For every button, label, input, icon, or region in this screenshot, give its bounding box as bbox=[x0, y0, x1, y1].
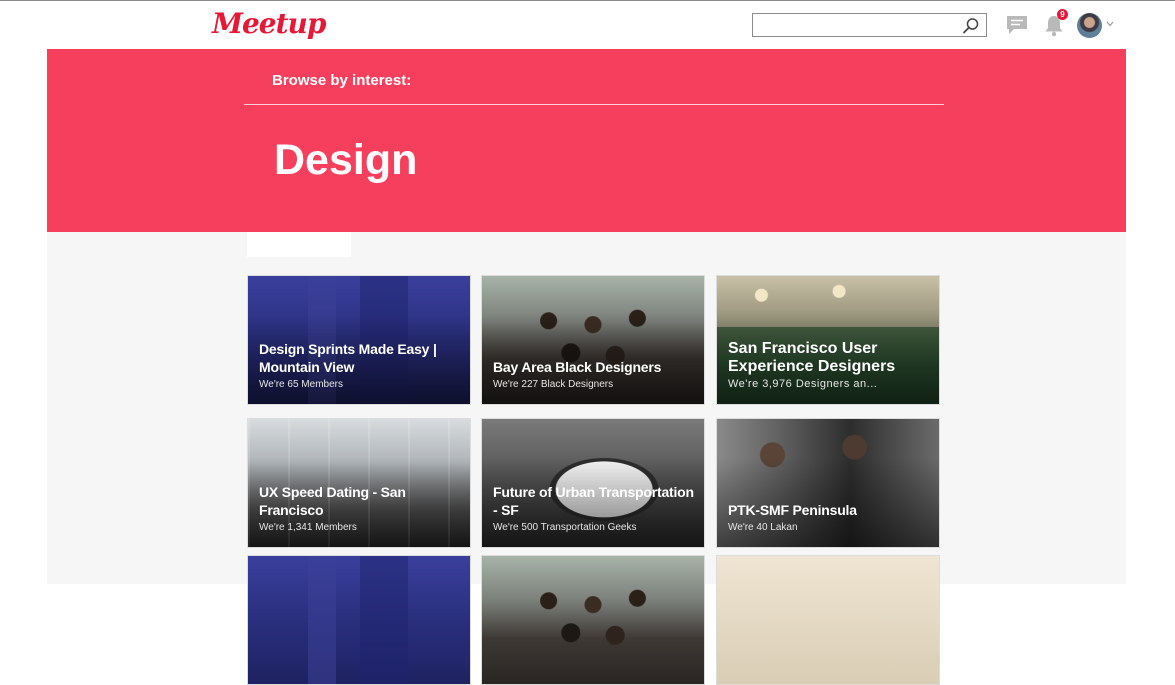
group-card-title: Bay Area Black Designers bbox=[493, 359, 662, 375]
group-card-title: Design Sprints Made Easy | Mountain View bbox=[259, 341, 437, 375]
chevron-down-icon[interactable] bbox=[1106, 21, 1114, 27]
group-card-title: PTK-SMF Peninsula bbox=[728, 502, 857, 518]
group-card[interactable]: Design Sprints Made Easy | Mountain View… bbox=[247, 275, 471, 405]
group-card[interactable] bbox=[481, 555, 705, 685]
group-card[interactable]: UX Speed Dating - San Francisco We're 1,… bbox=[247, 418, 471, 548]
group-card[interactable] bbox=[247, 555, 471, 685]
group-card-members: We're 1,341 Members bbox=[259, 522, 357, 533]
group-card[interactable] bbox=[716, 555, 940, 685]
group-card-members: We're 227 Black Designers bbox=[493, 379, 614, 390]
group-card-title: UX Speed Dating - San Francisco bbox=[259, 484, 406, 518]
chat-icon[interactable] bbox=[1005, 14, 1029, 36]
group-card[interactable]: San Francisco User Experience Designers … bbox=[716, 275, 940, 405]
group-card-members: We're 500 Transportation Geeks bbox=[493, 522, 637, 533]
avatar[interactable] bbox=[1077, 13, 1102, 38]
hero-banner: Browse by interest: Design bbox=[47, 49, 1126, 232]
group-card-title: Future of Urban Transportation - SF bbox=[493, 484, 694, 518]
browse-by-interest-label: Browse by interest: bbox=[272, 72, 412, 89]
search-input[interactable] bbox=[753, 14, 970, 36]
tab-placeholder bbox=[247, 232, 351, 257]
group-grid-area: Design Sprints Made Easy | Mountain View… bbox=[47, 232, 1126, 685]
group-card[interactable]: Bay Area Black Designers We're 227 Black… bbox=[481, 275, 705, 405]
top-navbar: Meetup 9 bbox=[0, 1, 1175, 49]
search-icon[interactable] bbox=[962, 17, 980, 35]
group-card-title: San Francisco User Experience Designers bbox=[728, 340, 896, 375]
page-title: Design bbox=[274, 136, 418, 184]
notification-badge: 9 bbox=[1057, 9, 1068, 20]
meetup-logo[interactable]: Meetup bbox=[212, 7, 326, 40]
group-card[interactable]: Future of Urban Transportation - SF We'r… bbox=[481, 418, 705, 548]
group-card[interactable]: PTK-SMF Peninsula We're 40 Lakan bbox=[716, 418, 940, 548]
search-box[interactable] bbox=[752, 13, 987, 37]
group-card-members: We're 40 Lakan bbox=[728, 522, 798, 533]
hero-divider bbox=[244, 104, 944, 105]
group-card-members: We're 65 Members bbox=[259, 379, 343, 390]
group-card-members: We're 3,976 Designers an... bbox=[728, 378, 878, 390]
